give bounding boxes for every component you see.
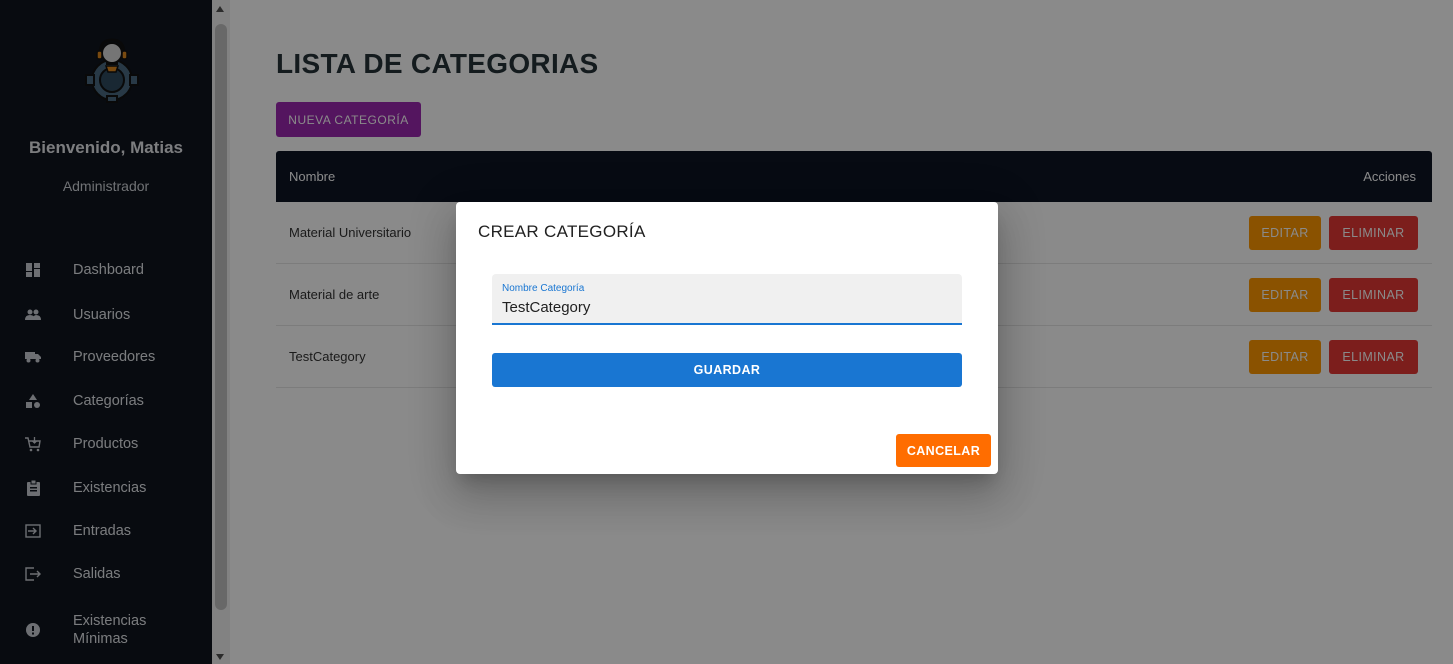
category-name-input[interactable] bbox=[502, 296, 942, 318]
dialog-title: CREAR CATEGORÍA bbox=[478, 222, 646, 241]
cancel-button[interactable]: CANCELAR bbox=[896, 434, 991, 467]
create-category-dialog: CREAR CATEGORÍA Nombre Categoría GUARDAR… bbox=[456, 202, 998, 474]
category-name-field[interactable]: Nombre Categoría bbox=[492, 274, 962, 325]
field-label: Nombre Categoría bbox=[502, 283, 585, 294]
save-button[interactable]: GUARDAR bbox=[492, 353, 962, 387]
